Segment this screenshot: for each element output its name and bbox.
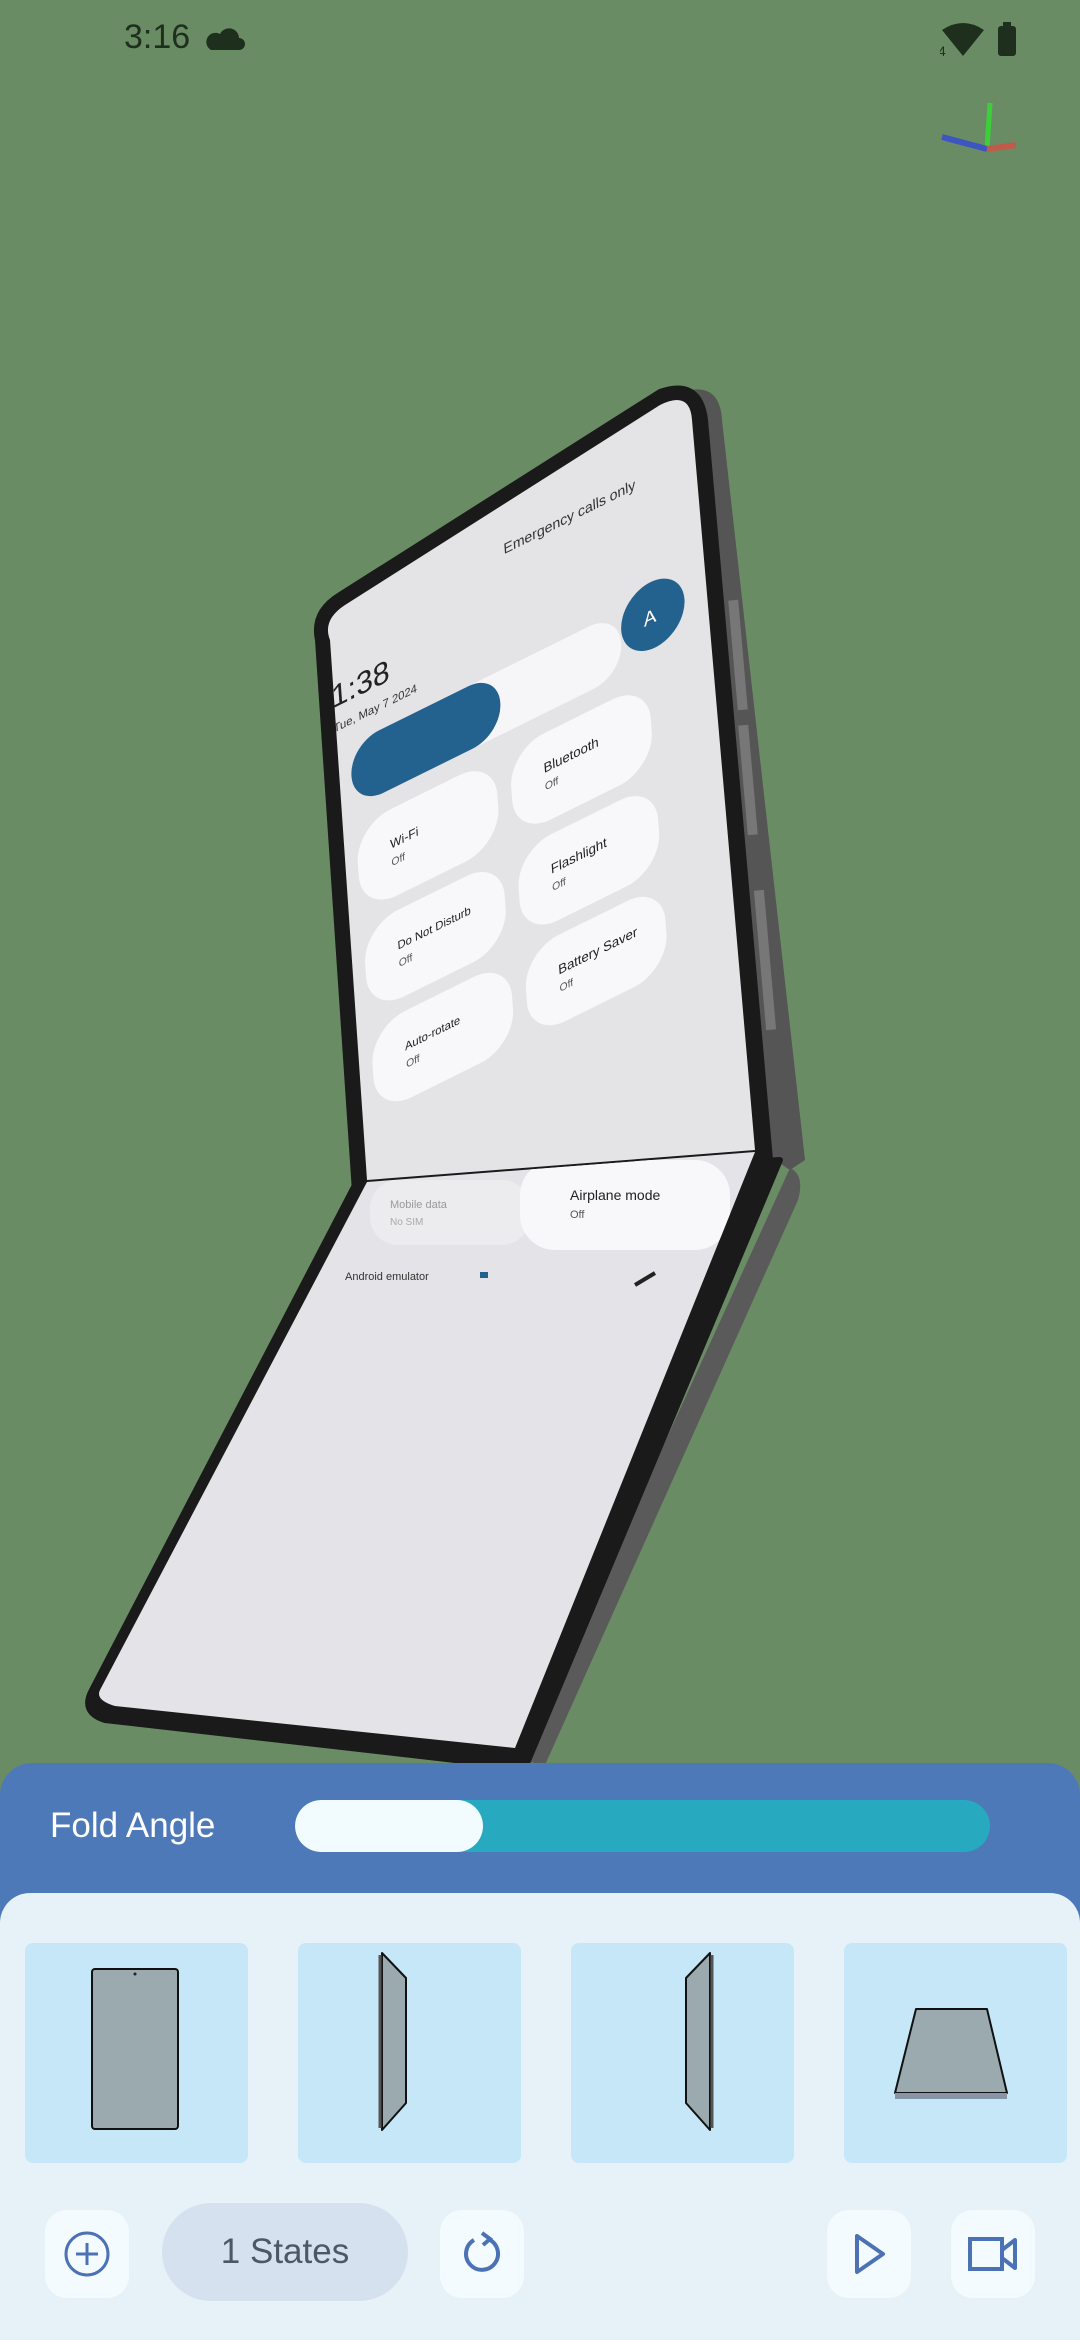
tilted-flat-preset[interactable] (844, 1943, 1067, 2163)
refresh-icon (464, 2231, 500, 2272)
svg-text:No SIM: No SIM (390, 1217, 423, 1228)
fold-angle-slider-thumb[interactable] (295, 1800, 483, 1852)
svg-text:Mobile data: Mobile data (390, 1199, 448, 1211)
play-button[interactable] (827, 2210, 911, 2298)
foldable-device-3d-view[interactable]: 1:38 Tue, May 7 2024 Emergency calls onl… (0, 0, 1080, 1780)
video-camera-icon (968, 2237, 1017, 2271)
phone-angled-right-icon (685, 1952, 714, 2131)
svg-text:Off: Off (570, 1209, 585, 1221)
add-state-button[interactable] (45, 2210, 129, 2298)
states-count-label: 1 States (220, 2232, 350, 2271)
phone-angled-left-icon (378, 1952, 407, 2131)
fold-angle-slider[interactable] (295, 1800, 990, 1852)
reset-button[interactable] (440, 2210, 524, 2298)
svg-text:Airplane mode: Airplane mode (570, 1187, 660, 1203)
phone-front-icon (91, 1968, 179, 2130)
fold-angle-label: Fold Angle (50, 1806, 216, 1845)
record-video-button[interactable] (951, 2210, 1035, 2298)
plus-circle-icon (64, 2231, 110, 2277)
states-count-button[interactable]: 1 States (162, 2203, 408, 2301)
tile-mobile-data (370, 1180, 530, 1245)
front-view-preset[interactable] (25, 1943, 248, 2163)
right-angle-preset[interactable] (571, 1943, 794, 2163)
phone-tilted-icon (894, 2008, 1008, 2099)
left-angle-preset[interactable] (298, 1943, 521, 2163)
device-footer: Android emulator (345, 1271, 429, 1283)
tile-airplane-mode (520, 1160, 730, 1250)
play-icon (855, 2234, 885, 2274)
